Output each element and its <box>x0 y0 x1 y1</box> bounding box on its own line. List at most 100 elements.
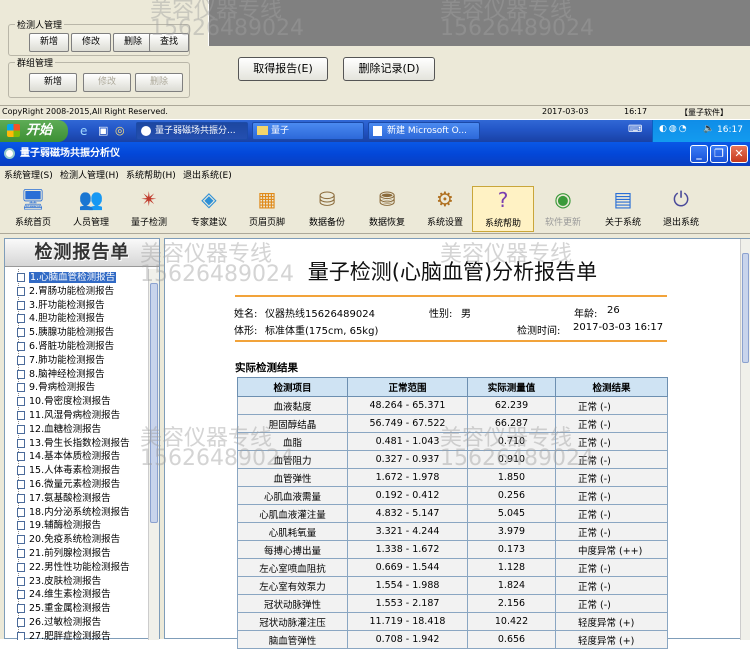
cell-item: 冠状动脉弹性 <box>237 594 348 613</box>
report-list-item[interactable]: 8.脑神经检测报告 <box>17 368 105 381</box>
task-quantum-app[interactable]: 量子弱磁场共振分... <box>136 122 248 140</box>
quicklaunch-ie-icon[interactable]: e <box>80 124 87 138</box>
tester-add-button[interactable]: 新增 <box>29 33 69 52</box>
age-label: 年龄: <box>574 309 598 320</box>
tray-icons[interactable]: ◐◍◔ <box>659 124 689 134</box>
task-office-doc[interactable]: 新建 Microsoft O... <box>368 122 480 140</box>
table-row: 血管阻力 0.327 - 0.937 0.910 正常 (-) <box>237 450 668 469</box>
report-list-label: 20.免疫系统检测报告 <box>29 534 121 546</box>
report-list-label: 4.胆功能检测报告 <box>29 313 105 325</box>
report-list-item[interactable]: 6.肾脏功能检测报告 <box>17 340 114 353</box>
group-add-button[interactable]: 新增 <box>29 73 77 92</box>
report-list-item[interactable]: 11.风湿骨病检测报告 <box>17 409 120 422</box>
toolbar-backup-button[interactable]: ⛁ 数据备份 <box>296 186 358 232</box>
volume-icon[interactable]: 🔈 <box>703 124 714 134</box>
cell-item: 心肌血液需量 <box>237 486 348 505</box>
group-delete-button[interactable]: 删除 <box>135 73 183 92</box>
report-list-item[interactable]: 27.肥胖症检测报告 <box>17 630 111 640</box>
close-button[interactable]: ✕ <box>730 145 748 163</box>
report-list-item[interactable]: 20.免疫系统检测报告 <box>17 533 121 546</box>
document-icon <box>17 549 25 558</box>
toolbar-header-footer-button[interactable]: ▦ 页眉页脚 <box>236 186 298 232</box>
toolbar-help-button[interactable]: ? 系统帮助 <box>472 186 534 232</box>
delete-record-button[interactable]: 删除记录(D) <box>343 57 435 81</box>
backup-icon: ⛁ <box>318 187 336 211</box>
toolbar-update-button[interactable]: ◉ 软件更新 <box>532 186 594 232</box>
quicklaunch-desktop-icon[interactable]: ▣ <box>98 124 108 137</box>
tester-edit-button[interactable]: 修改 <box>71 33 111 52</box>
cell-range: 1.672 - 1.978 <box>347 468 468 487</box>
report-scrollbar[interactable] <box>740 239 750 640</box>
report-list-label: 22.男性性功能检测报告 <box>29 561 130 573</box>
toolbar-restore-button[interactable]: ⛃ 数据恢复 <box>356 186 418 232</box>
report-list-item[interactable]: 23.皮肤检测报告 <box>17 575 101 588</box>
report-list-label: 5.胰腺功能检测报告 <box>29 327 115 339</box>
table-row: 冠状动脉弹性 1.553 - 2.187 2.156 正常 (-) <box>237 594 668 613</box>
report-list-item[interactable]: 3.肝功能检测报告 <box>17 299 105 312</box>
expert-icon: ◈ <box>201 187 217 211</box>
toolbar-settings-button[interactable]: ⚙ 系统设置 <box>414 186 476 232</box>
menu-exit[interactable]: 退出系统(E) <box>183 168 232 181</box>
report-list-item[interactable]: 13.骨生长指数检测报告 <box>17 437 130 450</box>
report-list-item[interactable]: 21.前列腺检测报告 <box>17 547 111 560</box>
toolbar-exit-button[interactable]: ⏻ 退出系统 <box>650 186 712 232</box>
report-list-item[interactable]: 2.胃肠功能检测报告 <box>17 285 114 298</box>
maximize-button[interactable]: ❐ <box>710 145 728 163</box>
gender-value: 男 <box>461 309 471 320</box>
tester-delete-button[interactable]: 删除 <box>113 33 153 52</box>
body-value: 标准体重(175cm, 65kg) <box>265 326 379 337</box>
toolbar-expert-button[interactable]: ◈ 专家建议 <box>178 186 240 232</box>
cell-result: 轻度异常 (+) <box>555 612 668 631</box>
cell-range: 1.554 - 1.988 <box>347 576 468 595</box>
tray-clock[interactable]: 16:17 <box>717 125 743 135</box>
report-list-item[interactable]: 19.辅酶检测报告 <box>17 519 101 532</box>
toolbar-home-button[interactable]: 🖥 系统首页 <box>2 186 64 232</box>
report-list-item[interactable]: 9.骨病检测报告 <box>17 381 95 394</box>
report-list-item[interactable]: 4.胆功能检测报告 <box>17 312 105 325</box>
about-icon: ▤ <box>613 187 633 211</box>
taskbar: 开始 e ▣ ◎ 量子弱磁场共振分... 量子 新建 Microsoft O..… <box>0 120 750 142</box>
report-list-item[interactable]: 25.重金属检测报告 <box>17 602 111 615</box>
report-list-item[interactable]: 10.骨密度检测报告 <box>17 395 111 408</box>
cell-range: 1.338 - 1.672 <box>347 540 468 559</box>
report-list-scrollbar[interactable] <box>148 269 159 640</box>
report-list-item[interactable]: 12.血糖检测报告 <box>17 423 101 436</box>
toolbar-quantum-button[interactable]: ✴ 量子检测 <box>118 186 180 232</box>
report-list-item[interactable]: 7.肺功能检测报告 <box>17 354 105 367</box>
report-list-label: 8.脑神经检测报告 <box>29 368 105 380</box>
keyboard-icon[interactable]: ⌨ <box>628 124 642 135</box>
group-edit-button[interactable]: 修改 <box>83 73 131 92</box>
report-list-item[interactable]: 17.氨基酸检测报告 <box>17 492 111 505</box>
name-label: 姓名: <box>234 309 258 320</box>
minimize-button[interactable]: _ <box>690 145 708 163</box>
scroll-thumb[interactable] <box>150 283 158 523</box>
cell-value: 1.128 <box>467 558 556 577</box>
document-icon <box>17 480 25 489</box>
report-list-item[interactable]: 22.男性性功能检测报告 <box>17 561 130 574</box>
table-row: 心肌血液灌注量 4.832 - 5.147 5.045 正常 (-) <box>237 504 668 523</box>
cell-result: 正常 (-) <box>555 504 668 523</box>
report-list-item[interactable]: 5.胰腺功能检测报告 <box>17 326 115 339</box>
menu-tester-manage[interactable]: 检测人管理(H) <box>60 168 119 181</box>
toolbar-about-button[interactable]: ▤ 关于系统 <box>592 186 654 232</box>
menu-system-manage[interactable]: 系统管理(S) <box>4 168 53 181</box>
report-list-item[interactable]: 26.过敏检测报告 <box>17 616 101 629</box>
tester-search-button[interactable]: 查找 <box>149 33 189 52</box>
header-footer-icon: ▦ <box>257 187 277 211</box>
document-icon <box>17 369 25 379</box>
report-list-item[interactable]: 16.微量元素检测报告 <box>17 478 120 491</box>
report-list-item[interactable]: 15.人体毒素检测报告 <box>17 464 120 477</box>
quicklaunch-media-icon[interactable]: ◎ <box>115 124 125 137</box>
report-scroll-thumb[interactable] <box>742 253 749 363</box>
col-value: 实际测量值 <box>467 377 556 397</box>
report-list-item[interactable]: 24.维生素检测报告 <box>17 588 111 601</box>
get-report-button[interactable]: 取得报告(E) <box>238 57 328 81</box>
start-button[interactable]: 开始 <box>0 120 68 142</box>
task-folder[interactable]: 量子 <box>252 122 364 140</box>
menu-system-help[interactable]: 系统帮助(H) <box>126 168 176 181</box>
report-list-item[interactable]: 18.内分泌系统检测报告 <box>17 506 130 519</box>
toolbar-users-button[interactable]: 👥 人员管理 <box>60 186 122 232</box>
report-list-item[interactable]: 1.心脑血管检测报告 <box>17 271 117 284</box>
time-label: 检测时间: <box>517 326 561 337</box>
report-list-item[interactable]: 14.基本体质检测报告 <box>17 450 120 463</box>
